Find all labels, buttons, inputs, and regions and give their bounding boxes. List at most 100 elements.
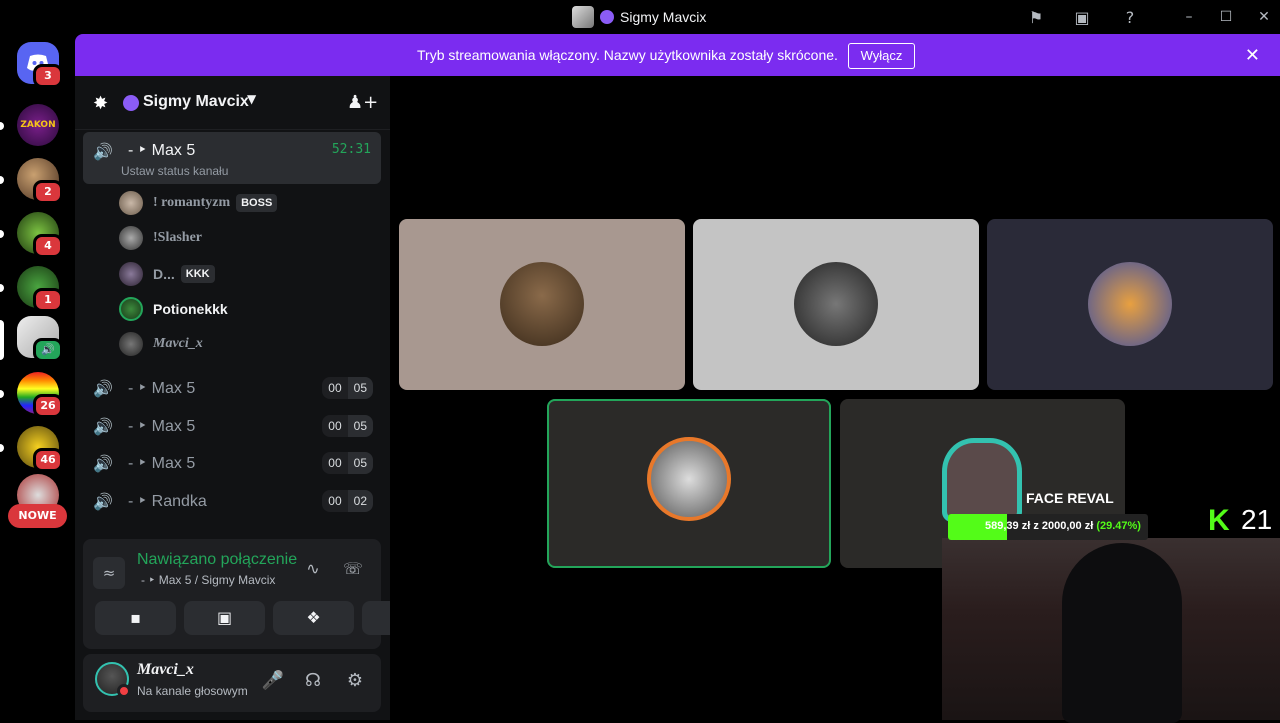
channel-status-hint[interactable]: Ustaw status kanału bbox=[121, 164, 228, 178]
server-emoji-icon bbox=[123, 95, 139, 111]
channel-name: - ‣ Max 5 bbox=[128, 418, 196, 435]
member-tag: BOSS bbox=[236, 194, 278, 212]
avatar bbox=[1088, 262, 1172, 346]
disconnect-icon[interactable]: ☏ bbox=[341, 559, 365, 583]
unread-badge: 1 bbox=[33, 288, 63, 312]
screen-share-icon: ▣ bbox=[216, 608, 233, 627]
member-name: !Slasher bbox=[153, 230, 202, 245]
activities-button[interactable]: ❖ bbox=[273, 601, 354, 635]
noise-suppression-icon[interactable]: ∿ bbox=[301, 559, 325, 583]
guild-4[interactable]: 1 bbox=[17, 266, 63, 312]
user-limit-max: 02 bbox=[347, 490, 373, 512]
unread-badge: 2 bbox=[33, 180, 63, 204]
streamer-mode-banner: Tryb streamowania włączony. Nazwy użytko… bbox=[75, 34, 1280, 76]
voice-channel[interactable]: 🔊 - ‣ Max 5 00 05 bbox=[83, 446, 381, 480]
gear-icon[interactable]: ⚙ bbox=[343, 670, 367, 694]
goal-percent: (29.47%) bbox=[1096, 520, 1141, 532]
voice-channel[interactable]: 🔊 - ‣ Randka 00 02 bbox=[83, 484, 381, 518]
voice-channel[interactable]: 🔊 - ‣ Max 5 00 05 bbox=[83, 371, 381, 405]
close-window-button[interactable]: ✕ bbox=[1255, 8, 1273, 26]
user-count: 00 bbox=[322, 452, 348, 474]
goal-sep: z bbox=[1033, 520, 1039, 532]
member-tag: KKK bbox=[180, 265, 215, 283]
new-unreads-pill[interactable]: NOWE bbox=[8, 504, 67, 528]
headphones-icon[interactable]: ☊ bbox=[301, 670, 325, 694]
home-button[interactable]: 3 bbox=[17, 42, 63, 88]
user-count: 00 bbox=[322, 377, 348, 399]
participant-tile[interactable] bbox=[399, 219, 685, 390]
user-limit-max: 05 bbox=[347, 415, 373, 437]
flag-icon[interactable]: ⚑ bbox=[1025, 6, 1047, 28]
voice-member[interactable]: ! romantyzm BOSS bbox=[119, 188, 278, 218]
user-limit: 00 05 bbox=[322, 377, 373, 399]
minimize-button[interactable]: – bbox=[1180, 8, 1198, 26]
webcam-feed bbox=[942, 538, 1280, 723]
camera-toggle-button[interactable]: ▪ bbox=[95, 601, 176, 635]
voice-channel-active[interactable]: 🔊 - ‣ Max 5 52:31 Ustaw status kanału bbox=[83, 132, 381, 184]
connection-status[interactable]: Nawiązano połączenie bbox=[137, 551, 297, 569]
avatar bbox=[500, 262, 584, 346]
voice-active-icon: 🔊 bbox=[33, 338, 63, 362]
call-timer: 52:31 bbox=[331, 142, 371, 157]
voice-channel[interactable]: 🔊 - ‣ Max 5 00 05 bbox=[83, 409, 381, 443]
avatar bbox=[119, 332, 143, 356]
donation-goal-text: 589,39 zł z 2000,00 zł (29.47%) bbox=[985, 520, 1141, 532]
user-limit-max: 05 bbox=[347, 452, 373, 474]
donation-goal-bar: 589,39 zł z 2000,00 zł (29.47%) bbox=[948, 514, 1148, 540]
maximize-button[interactable]: ☐ bbox=[1217, 8, 1235, 26]
microphone-icon[interactable]: 🎤 bbox=[261, 670, 285, 694]
connection-channel[interactable]: - ‣ Max 5 / Sigmy Mavcix bbox=[141, 573, 275, 587]
banner-text: Tryb streamowania włączony. Nazwy użytko… bbox=[417, 47, 838, 63]
home-unread-badge: 3 bbox=[33, 64, 63, 88]
voice-member[interactable]: D... KKK bbox=[119, 259, 215, 289]
channel-sidebar: ✸ Sigmy Mavcix ▼ ♟+ 🔊 - ‣ Max 5 52:31 Us… bbox=[75, 76, 443, 720]
chevron-down-icon: ▼ bbox=[247, 92, 257, 106]
goal-current: 589,39 zł bbox=[985, 520, 1031, 532]
voice-member[interactable]: Potionekkk bbox=[119, 294, 228, 324]
screen-share-button[interactable]: ▣ bbox=[184, 601, 265, 635]
channel-name: - ‣ Max 5 bbox=[128, 142, 196, 159]
voice-channel-icon: 🔊 bbox=[93, 454, 113, 473]
server-name: Sigmy Mavcix bbox=[143, 93, 249, 110]
guild-6[interactable]: 26 bbox=[17, 372, 63, 418]
unread-pill bbox=[0, 230, 4, 238]
unread-badge: 4 bbox=[33, 234, 63, 258]
guild-zakon[interactable]: ZAKON bbox=[17, 104, 59, 146]
close-icon[interactable]: ✕ bbox=[1245, 45, 1260, 66]
server-header[interactable]: ✸ Sigmy Mavcix ▼ ♟+ bbox=[75, 76, 390, 130]
unread-pill bbox=[0, 444, 4, 452]
server-avatar bbox=[572, 6, 594, 28]
signal-icon[interactable]: ≈ bbox=[93, 557, 125, 589]
add-user-icon[interactable]: ♟+ bbox=[347, 92, 378, 113]
voice-member[interactable]: !Slasher bbox=[119, 223, 202, 253]
guild-3[interactable]: 4 bbox=[17, 212, 63, 258]
title-bar: Sigmy Mavcix ⚑ ▣ ? – ☐ ✕ bbox=[0, 0, 1280, 34]
unread-badge: 46 bbox=[33, 448, 63, 472]
unread-pill bbox=[0, 284, 4, 292]
inbox-icon[interactable]: ▣ bbox=[1071, 6, 1093, 28]
channel-name: - ‣ Max 5 bbox=[128, 455, 196, 472]
guild-rail: 3 ZAKON 2 4 1 🔊 26 46 NOWE bbox=[0, 34, 75, 720]
user-limit: 00 05 bbox=[322, 452, 373, 474]
overlay-avatar bbox=[942, 438, 1022, 522]
channel-name: - ‣ Max 5 bbox=[128, 380, 196, 397]
participant-tile[interactable] bbox=[987, 219, 1273, 390]
user-count: 00 bbox=[322, 490, 348, 512]
voice-channel-icon: 🔊 bbox=[93, 379, 113, 398]
disable-streamer-mode-button[interactable]: Wyłącz bbox=[848, 43, 915, 69]
help-icon[interactable]: ? bbox=[1119, 6, 1141, 28]
channel-name: - ‣ Randka bbox=[128, 493, 207, 510]
webcam-person bbox=[1062, 543, 1182, 723]
avatar bbox=[119, 297, 143, 321]
user-name[interactable]: Mavci_x bbox=[137, 661, 194, 679]
participant-tile[interactable] bbox=[693, 219, 979, 390]
activities-icon: ❖ bbox=[306, 608, 321, 627]
guild-7[interactable]: 46 bbox=[17, 426, 63, 472]
user-limit-max: 05 bbox=[347, 377, 373, 399]
guild-active[interactable]: 🔊 bbox=[17, 316, 63, 362]
guild-2[interactable]: 2 bbox=[17, 158, 63, 204]
member-name: Mavci_x bbox=[153, 336, 203, 351]
voice-member[interactable]: Mavci_x bbox=[119, 329, 203, 359]
participant-tile-speaking[interactable] bbox=[547, 399, 831, 568]
viewer-count: 21 bbox=[1241, 504, 1273, 535]
